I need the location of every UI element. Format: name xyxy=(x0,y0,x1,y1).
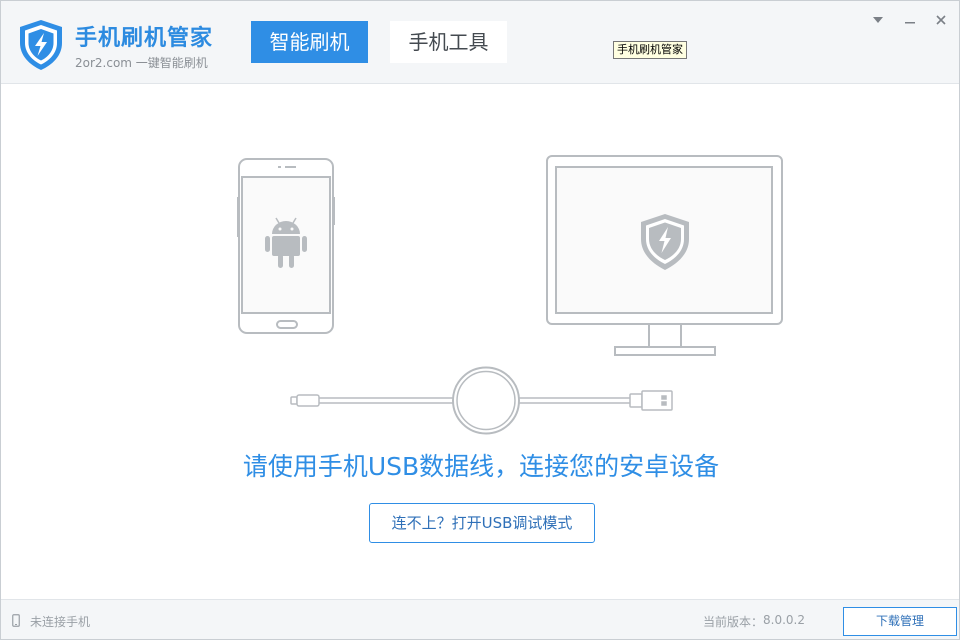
app-window: 手机刷机管家 2or2.com 一键智能刷机 智能刷机 手机工具 手机刷机管家 xyxy=(0,0,960,640)
minimize-icon[interactable] xyxy=(901,11,919,29)
tab-smart-flash[interactable]: 智能刷机 xyxy=(251,21,368,63)
usb-cable-icon xyxy=(290,366,673,435)
version-label: 当前版本： xyxy=(703,615,764,629)
status-bar: 未连接手机 当前版本： 8.0.0.2 下载管理 xyxy=(1,599,959,639)
tab-phone-tools[interactable]: 手机工具 xyxy=(390,21,507,63)
tooltip: 手机刷机管家 xyxy=(613,41,687,59)
shield-lightning-icon xyxy=(641,214,689,270)
monitor-icon xyxy=(546,155,783,356)
version-value: 8.0.0.2 xyxy=(763,613,805,627)
header: 手机刷机管家 2or2.com 一键智能刷机 智能刷机 手机工具 手机刷机管家 xyxy=(1,1,959,84)
android-robot-icon xyxy=(265,217,307,268)
connection-illustration xyxy=(237,155,783,435)
connect-instruction-text: 请使用手机USB数据线，连接您的安卓设备 xyxy=(242,452,720,481)
android-phone-icon xyxy=(237,158,335,334)
close-icon[interactable] xyxy=(932,11,950,29)
shield-logo-icon xyxy=(20,20,62,70)
app-title: 手机刷机管家 xyxy=(75,26,214,51)
usb-debug-mode-button[interactable]: 连不上？打开USB调试模式 xyxy=(369,503,595,543)
menu-dropdown-icon[interactable] xyxy=(869,11,887,29)
download-manager-button[interactable]: 下载管理 xyxy=(843,607,957,636)
app-subtitle: 2or2.com 一键智能刷机 xyxy=(75,56,208,70)
connection-status-text: 未连接手机 xyxy=(30,615,91,629)
phone-status-icon xyxy=(12,614,20,627)
